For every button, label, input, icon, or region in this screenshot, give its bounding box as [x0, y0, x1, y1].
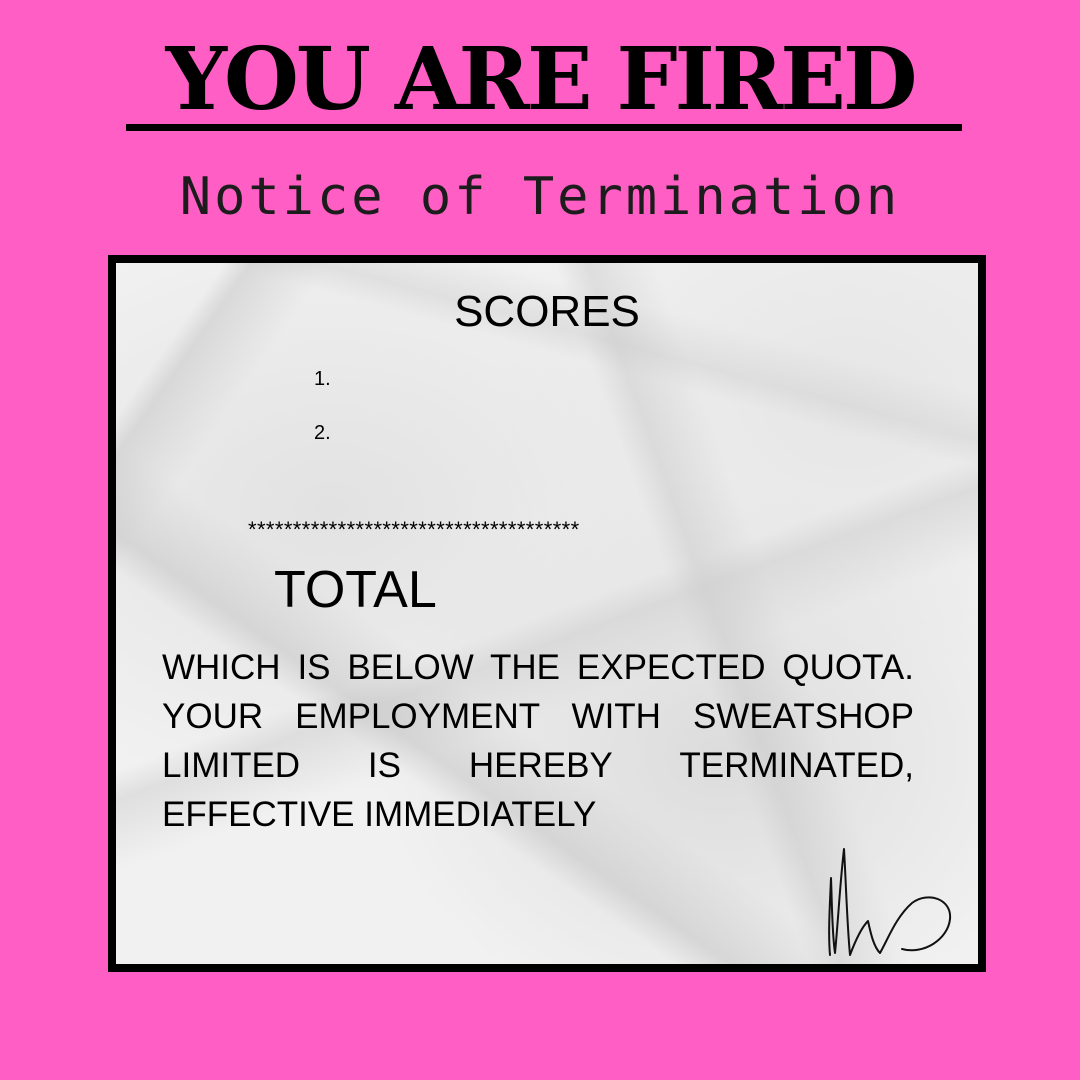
- total-label: TOTAL: [274, 561, 437, 619]
- score-item-2: 2.: [314, 422, 331, 444]
- scores-heading: SCORES: [454, 287, 640, 336]
- page-title: YOU ARE FIRED: [165, 29, 918, 130]
- title-underline: [126, 124, 962, 131]
- termination-notice-paper: SCORES 1. 2. ***************************…: [108, 255, 986, 972]
- handwritten-signature-icon: [828, 848, 952, 956]
- asterisk-separator: *************************************: [248, 517, 580, 542]
- score-item-1: 1.: [314, 368, 331, 390]
- termination-message: WHICH IS BELOW THE EXPECTED QUOTA. YOUR …: [162, 648, 914, 834]
- page-subtitle: Notice of Termination: [179, 167, 901, 227]
